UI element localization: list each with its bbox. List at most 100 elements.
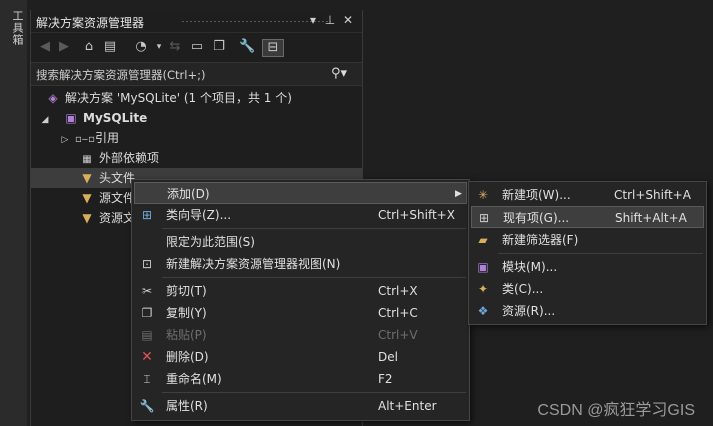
submenu-item-class[interactable]: ✦ 类(C)... — [471, 278, 704, 300]
submenu-item-module[interactable]: ▣ 模块(M)... — [471, 256, 704, 278]
menu-item-label: 粘贴(P) — [166, 328, 207, 342]
menu-item-shortcut: Alt+Enter — [378, 399, 437, 413]
menu-item-label: 模块(M)... — [502, 260, 558, 274]
menu-item-new-explorer-view[interactable]: ⊡ 新建解决方案资源管理器视图(N) — [134, 253, 467, 275]
tree-item-label: 解决方案 'MySQLite' (1 个项目，共 1 个) — [65, 91, 292, 105]
menu-item-cut[interactable]: ✂ 剪切(T) Ctrl+X — [134, 280, 467, 302]
references-icon: ▫‒▫ — [75, 134, 95, 145]
existing-item-icon: ⊞ — [478, 211, 490, 225]
close-icon[interactable]: ✕ — [341, 13, 355, 27]
class-wizard-icon: ⊞ — [141, 208, 153, 222]
menu-item-shortcut: F2 — [378, 372, 393, 386]
menu-item-label: 新建筛选器(F) — [502, 233, 579, 247]
paste-icon: ▤ — [141, 328, 153, 342]
panel-toolbar: ◀ ▶ ⌂ ▤ ◔ ▾ ⇆ ▭ ❐ 🔧 ⊟ — [31, 33, 362, 60]
menu-item-label: 属性(R) — [166, 399, 208, 413]
tree-item-external-deps[interactable]: ▦ 外部依赖项 — [31, 148, 362, 168]
context-menu: 添加(D) ▶ ⊞ 类向导(Z)... Ctrl+Shift+X 限定为此范围(… — [131, 179, 470, 421]
menu-item-shortcut: Ctrl+X — [378, 284, 418, 298]
forward-icon[interactable]: ▶ — [56, 39, 72, 55]
collapsed-arrow-icon[interactable]: ▷ — [59, 130, 71, 150]
chevron-down-icon[interactable]: ▾ — [151, 39, 167, 55]
menu-item-properties[interactable]: 🔧 属性(R) Alt+Enter — [134, 395, 467, 417]
panel-titlebar: 解决方案资源管理器 ▾ ⊥ ✕ — [31, 10, 362, 33]
menu-separator — [162, 228, 466, 229]
menu-item-add[interactable]: 添加(D) ▶ — [134, 182, 467, 204]
new-item-icon: ✳ — [477, 188, 489, 202]
menu-item-scope-to-this[interactable]: 限定为此范围(S) — [134, 231, 467, 253]
menu-item-label: 重命名(M) — [166, 372, 222, 386]
sync-with-document-icon[interactable]: ⇆ — [167, 39, 183, 55]
tree-item-label: 引用 — [95, 131, 120, 145]
menu-item-shortcut: Del — [378, 350, 398, 364]
window-options-icon[interactable]: ▾ — [306, 13, 320, 27]
properties-wrench-icon[interactable]: 🔧 — [239, 39, 255, 55]
menu-item-label: 剪切(T) — [166, 284, 207, 298]
cut-icon: ✂ — [141, 284, 153, 298]
project-icon: ▣ — [65, 111, 77, 125]
watermark: CSDN @疯狂学习GIS — [537, 402, 695, 419]
tree-item-references[interactable]: ▷ ▫‒▫引用 — [31, 128, 362, 148]
submenu-item-existing-item[interactable]: ⊞ 现有项(G)... Shift+Alt+A — [471, 206, 704, 228]
menu-item-label: 新建解决方案资源管理器视图(N) — [166, 257, 341, 271]
properties-icon: 🔧 — [139, 399, 155, 413]
expanded-arrow-icon[interactable]: ◢ — [39, 110, 51, 130]
menu-separator — [162, 392, 466, 393]
show-all-files-icon[interactable]: ❐ — [211, 39, 227, 55]
filter-folder-icon: ▼ — [82, 191, 92, 205]
panel-title: 解决方案资源管理器 — [36, 16, 145, 30]
tree-item-label: 头文件 — [99, 171, 136, 185]
new-view-icon: ⊡ — [141, 257, 153, 271]
preview-selected-items-icon[interactable]: ⊟ — [262, 39, 284, 57]
pin-icon[interactable]: ⊥ — [323, 13, 337, 27]
tree-item-solution[interactable]: ◈ 解决方案 'MySQLite' (1 个项目，共 1 个) — [31, 88, 362, 108]
menu-separator — [162, 277, 466, 278]
tree-item-label: MySQLite — [83, 111, 148, 125]
search-icon[interactable]: ⚲▾ — [331, 66, 347, 81]
new-filter-icon: ▰ — [478, 233, 488, 247]
menu-item-shortcut: Ctrl+C — [378, 306, 418, 320]
copy-icon: ❐ — [141, 306, 153, 320]
menu-item-rename[interactable]: ⌶ 重命名(M) F2 — [134, 368, 467, 390]
search-input[interactable]: 搜索解决方案资源管理器(Ctrl+;) — [36, 67, 205, 83]
collapse-all-icon[interactable]: ▭ — [189, 39, 205, 55]
menu-item-label: 资源(R)... — [502, 304, 556, 318]
submenu-item-new-filter[interactable]: ▰ 新建筛选器(F) — [471, 229, 704, 251]
menu-item-label: 限定为此范围(S) — [166, 235, 255, 249]
menu-item-copy[interactable]: ❐ 复制(Y) Ctrl+C — [134, 302, 467, 324]
search-bar[interactable]: 搜索解决方案资源管理器(Ctrl+;) ⚲▾ — [31, 62, 362, 86]
submenu-item-resource[interactable]: ❖ 资源(R)... — [471, 300, 704, 322]
solution-icon: ◈ — [48, 91, 58, 105]
filter-folder-icon: ▼ — [82, 211, 92, 225]
add-submenu: ✳ 新建项(W)... Ctrl+Shift+A ⊞ 现有项(G)... Shi… — [468, 181, 707, 325]
menu-item-paste[interactable]: ▤ 粘贴(P) Ctrl+V — [134, 324, 467, 346]
menu-item-label: 类向导(Z)... — [166, 208, 232, 222]
tree-item-project[interactable]: ◢ ▣ MySQLite — [31, 108, 362, 128]
external-deps-icon: ▦ — [82, 154, 92, 165]
submenu-item-new-item[interactable]: ✳ 新建项(W)... Ctrl+Shift+A — [471, 184, 704, 206]
class-icon: ✦ — [477, 282, 489, 296]
menu-item-class-wizard[interactable]: ⊞ 类向导(Z)... Ctrl+Shift+X — [134, 204, 467, 226]
filter-folder-icon: ▼ — [82, 171, 92, 185]
tree-item-label: 源文件 — [99, 191, 136, 205]
menu-item-shortcut: Ctrl+Shift+A — [614, 188, 691, 202]
menu-separator — [498, 253, 703, 254]
back-icon[interactable]: ◀ — [37, 39, 53, 55]
menu-item-label: 现有项(G)... — [503, 211, 570, 225]
menu-item-label: 新建项(W)... — [502, 188, 571, 202]
switch-views-icon[interactable]: ▤ — [102, 39, 118, 55]
menu-item-label: 删除(D) — [166, 350, 209, 364]
module-icon: ▣ — [477, 260, 489, 274]
menu-item-shortcut: Ctrl+V — [378, 328, 418, 342]
resource-icon: ❖ — [477, 304, 489, 318]
toolbox-strip[interactable]: 工具箱 — [0, 0, 27, 426]
home-icon[interactable]: ⌂ — [81, 39, 97, 55]
menu-item-shortcut: Ctrl+Shift+X — [378, 208, 455, 222]
toolbox-label[interactable]: 工具箱 — [9, 10, 25, 46]
tree-item-label: 外部依赖项 — [99, 151, 160, 165]
menu-item-label: 添加(D) — [167, 187, 210, 201]
menu-item-shortcut: Shift+Alt+A — [615, 211, 687, 225]
pending-changes-filter-icon[interactable]: ◔ — [133, 39, 149, 55]
delete-icon: ✕ — [141, 349, 153, 365]
menu-item-delete[interactable]: ✕ 删除(D) Del — [134, 346, 467, 368]
